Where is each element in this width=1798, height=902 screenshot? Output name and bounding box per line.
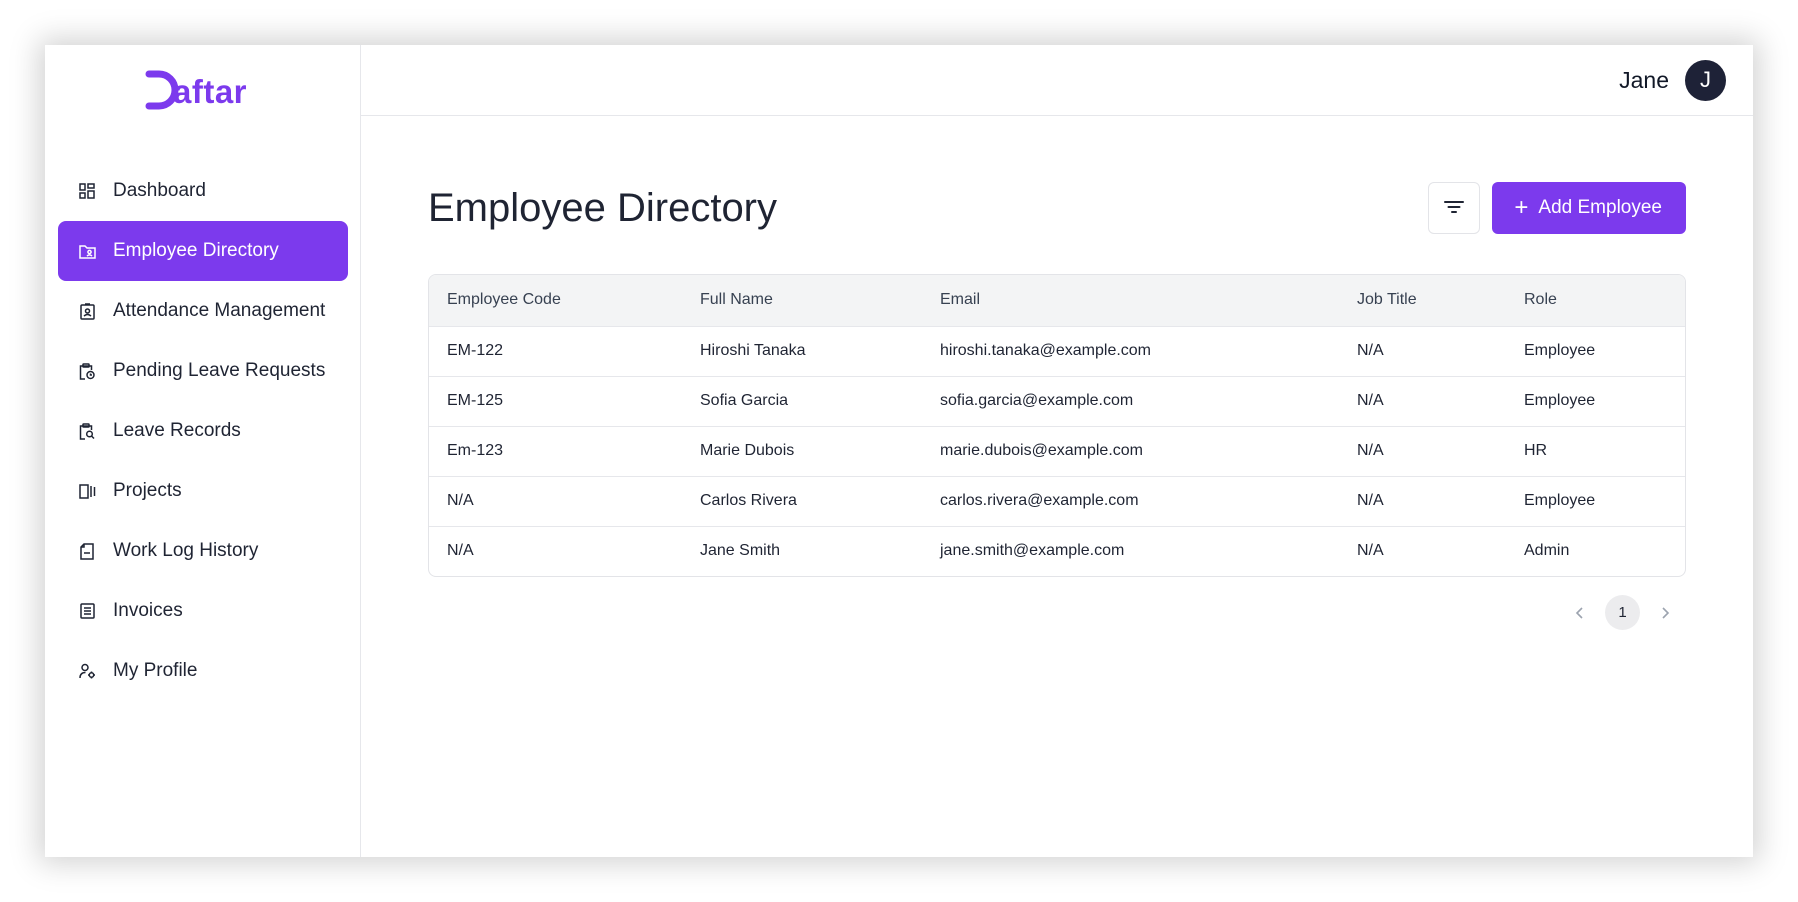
column-header-email: Email	[940, 291, 981, 309]
sidebar-item-label: Leave Records	[113, 420, 241, 441]
cell-employee-code: EM-125	[447, 392, 504, 409]
cell-job-title: N/A	[1357, 442, 1384, 459]
sidebar-item-work-log-history[interactable]: Work Log History	[58, 521, 348, 581]
page-header: Employee Directory + Add Employee	[428, 182, 1686, 234]
cell-email: sofia.garcia@example.com	[940, 392, 1134, 409]
sidebar-item-employee-directory[interactable]: Employee Directory	[58, 221, 348, 281]
invoice-icon	[78, 602, 96, 620]
sidebar-item-invoices[interactable]: Invoices	[58, 581, 348, 641]
sidebar-item-label: Invoices	[113, 600, 183, 621]
main-area: Jane J Employee Directory + Add Employee	[361, 45, 1753, 857]
cell-employee-code: N/A	[447, 542, 474, 560]
page-content: Employee Directory + Add Employee Employ…	[428, 182, 1686, 630]
add-employee-button[interactable]: + Add Employee	[1492, 182, 1686, 234]
table-row[interactable]: EM-122 Hiroshi Tanaka hiroshi.tanaka@exa…	[429, 326, 1685, 376]
sidebar-item-projects[interactable]: Projects	[58, 461, 348, 521]
top-bar: Jane J	[361, 45, 1753, 116]
cell-full-name: Sofia Garcia	[700, 392, 789, 409]
sidebar-item-attendance-management[interactable]: Attendance Management	[58, 281, 348, 341]
column-header-employee-code: Employee Code	[447, 291, 561, 309]
folder-user-icon	[78, 242, 96, 260]
cell-full-name: Marie Dubois	[700, 442, 795, 459]
cell-employee-code: Em-123	[447, 442, 504, 459]
sidebar-item-pending-leave-requests[interactable]: Pending Leave Requests	[58, 341, 348, 401]
cell-job-title: N/A	[1357, 392, 1384, 409]
avatar[interactable]: J	[1685, 59, 1726, 101]
daftar-logo-icon: aftar	[145, 70, 247, 110]
sidebar-item-my-profile[interactable]: My Profile	[58, 641, 348, 701]
cell-email: carlos.rivera@example.com	[940, 492, 1139, 509]
user-gear-icon	[78, 662, 96, 680]
table-row[interactable]: N/A Jane Smith jane.smith@example.com N/…	[429, 526, 1685, 576]
table-row[interactable]: Em-123 Marie Dubois marie.dubois@example…	[429, 426, 1685, 476]
app-logo[interactable]: aftar	[143, 67, 259, 113]
cell-job-title: N/A	[1357, 342, 1384, 359]
plus-icon: +	[1514, 194, 1529, 221]
table-header-row: Employee Code Full Name Email Job Title …	[429, 275, 1685, 326]
cell-role: Employee	[1524, 392, 1596, 409]
cell-employee-code: EM-122	[447, 342, 504, 359]
sidebar-item-label: Employee Directory	[113, 240, 279, 261]
page-number-button[interactable]: 1	[1605, 595, 1640, 630]
sidebar: aftar Dashboard Employee Directory Atten…	[45, 45, 361, 857]
page-title: Employee Directory	[428, 185, 778, 230]
cell-full-name: Jane Smith	[700, 542, 781, 560]
cell-job-title: N/A	[1357, 542, 1384, 560]
filter-button[interactable]	[1428, 182, 1481, 234]
employee-table-container: Employee Code Full Name Email Job Title …	[428, 274, 1686, 577]
cell-role: Employee	[1524, 492, 1596, 509]
cell-full-name: Hiroshi Tanaka	[700, 342, 806, 359]
cell-email: marie.dubois@example.com	[940, 442, 1143, 459]
sidebar-item-label: Work Log History	[113, 540, 259, 561]
document-icon	[78, 542, 96, 560]
svg-text:aftar: aftar	[173, 73, 247, 110]
cell-email: jane.smith@example.com	[940, 542, 1125, 560]
pagination: 1	[428, 595, 1686, 630]
cell-email: hiroshi.tanaka@example.com	[940, 342, 1152, 359]
column-header-role: Role	[1524, 291, 1557, 309]
column-header-job-title: Job Title	[1357, 291, 1417, 309]
sidebar-item-label: My Profile	[113, 660, 198, 681]
table-row[interactable]: N/A Carlos Rivera carlos.rivera@example.…	[429, 476, 1685, 526]
user-name[interactable]: Jane	[1619, 67, 1669, 94]
cell-role: HR	[1524, 442, 1548, 459]
cell-job-title: N/A	[1357, 492, 1384, 509]
add-employee-label: Add Employee	[1538, 197, 1662, 218]
sidebar-item-label: Attendance Management	[113, 300, 326, 321]
sidebar-item-label: Dashboard	[113, 180, 206, 201]
chevron-left-icon[interactable]	[1569, 602, 1591, 624]
sidebar-item-dashboard[interactable]: Dashboard	[58, 161, 348, 221]
app-window: aftar Dashboard Employee Directory Atten…	[45, 45, 1753, 857]
clipboard-search-icon	[78, 422, 96, 440]
column-header-full-name: Full Name	[700, 291, 773, 309]
page-actions: + Add Employee	[1428, 182, 1686, 234]
cell-employee-code: N/A	[447, 492, 474, 509]
employee-table: Employee Code Full Name Email Job Title …	[429, 275, 1685, 576]
sidebar-item-label: Projects	[113, 480, 182, 501]
table-row[interactable]: EM-125 Sofia Garcia sofia.garcia@example…	[429, 376, 1685, 426]
sidebar-item-label: Pending Leave Requests	[113, 360, 326, 381]
id-badge-icon	[78, 302, 96, 320]
cell-role: Admin	[1524, 542, 1570, 560]
chevron-right-icon[interactable]	[1654, 602, 1676, 624]
clipboard-clock-icon	[78, 362, 96, 380]
cell-role: Employee	[1524, 342, 1596, 359]
cell-full-name: Carlos Rivera	[700, 492, 797, 509]
sidebar-nav: Dashboard Employee Directory Attendance …	[58, 161, 348, 701]
sidebar-item-leave-records[interactable]: Leave Records	[58, 401, 348, 461]
dashboard-icon	[78, 182, 96, 200]
projects-icon	[78, 482, 96, 500]
filter-icon	[1443, 199, 1465, 218]
